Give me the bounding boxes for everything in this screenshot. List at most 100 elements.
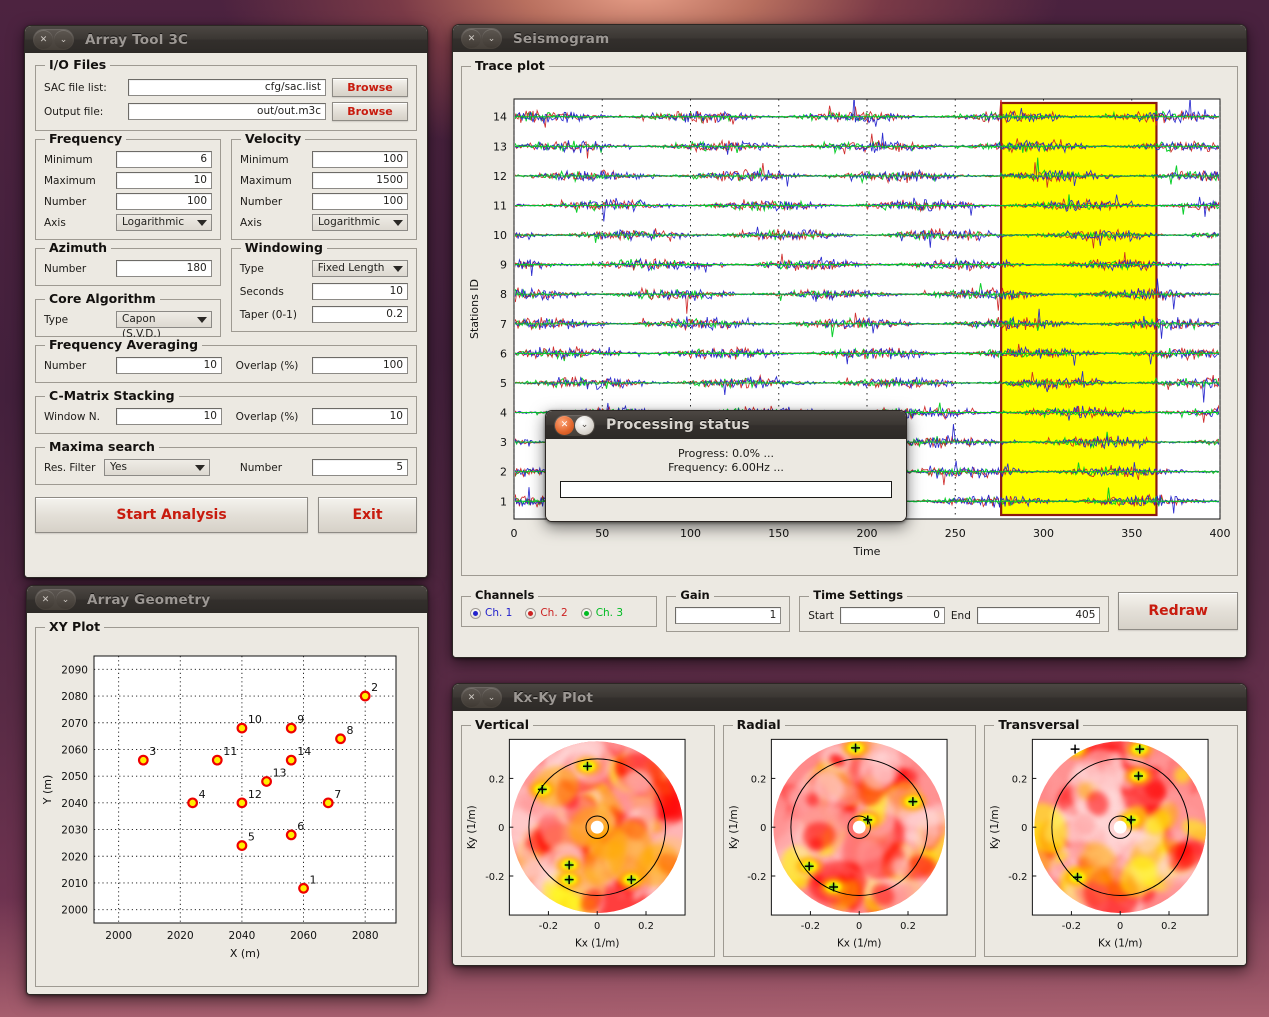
vel-number-input[interactable]: 100 bbox=[312, 193, 408, 210]
svg-text:3: 3 bbox=[500, 436, 507, 449]
chevron-down-icon[interactable]: ⌄ bbox=[56, 590, 75, 609]
svg-text:50: 50 bbox=[595, 527, 609, 540]
chevron-down-icon[interactable]: ⌄ bbox=[575, 415, 594, 435]
svg-text:2080: 2080 bbox=[352, 930, 379, 942]
svg-text:1: 1 bbox=[310, 873, 317, 886]
svg-text:0.2: 0.2 bbox=[900, 921, 916, 932]
group-title: Gain bbox=[676, 588, 714, 602]
svg-text:4: 4 bbox=[500, 407, 507, 420]
titlebar-seismogram[interactable]: ✕ ⌄ Seismogram bbox=[453, 25, 1246, 52]
browse-sac-button[interactable]: Browse bbox=[332, 78, 408, 97]
group-cmatrix-stacking: C-Matrix Stacking Window N. 10 Overlap (… bbox=[35, 388, 417, 434]
channel-radio-1[interactable]: Ch. 1 bbox=[470, 607, 512, 619]
svg-text:12: 12 bbox=[493, 170, 507, 183]
window-taper-input[interactable]: 0.2 bbox=[311, 306, 408, 323]
svg-text:8: 8 bbox=[347, 724, 354, 737]
maxima-filter-select[interactable]: Yes bbox=[104, 459, 210, 476]
freq-min-label: Minimum bbox=[44, 153, 93, 166]
window-array-geometry: ✕ ⌄ Array Geometry XY Plot 2000 2020 2040 2… bbox=[26, 585, 428, 995]
group-xy-plot: XY Plot 2000 2020 2040 2060 2080 2000 2010 2020… bbox=[35, 619, 419, 987]
group-title: Channels bbox=[471, 588, 539, 602]
svg-text:-0.2: -0.2 bbox=[1062, 921, 1081, 932]
channel-label: Ch. 3 bbox=[595, 607, 624, 619]
close-icon[interactable]: ✕ bbox=[36, 590, 55, 609]
close-icon[interactable]: ✕ bbox=[462, 688, 481, 707]
svg-text:2050: 2050 bbox=[61, 771, 88, 783]
group-title: Core Algorithm bbox=[45, 291, 160, 306]
svg-text:4: 4 bbox=[199, 788, 206, 801]
chevron-down-icon bbox=[393, 220, 403, 226]
core-type-value: Capon (S.V.D.) bbox=[122, 313, 161, 340]
titlebar-array-geometry[interactable]: ✕ ⌄ Array Geometry bbox=[27, 586, 427, 613]
kxky-body: Vertical -0.2 0 0.2 -0.2 0 0.2 Kx (1/m) Ky (1/m… bbox=[453, 711, 1246, 965]
freq-max-input[interactable]: 10 bbox=[116, 172, 212, 189]
freq-min-input[interactable]: 6 bbox=[116, 151, 212, 168]
svg-text:-0.2: -0.2 bbox=[747, 872, 766, 883]
close-icon[interactable]: ✕ bbox=[34, 30, 53, 49]
window-controls: ✕ ⌄ bbox=[35, 589, 76, 610]
window-controls: ✕ ⌄ bbox=[461, 687, 502, 708]
group-title: Maxima search bbox=[45, 439, 159, 454]
redraw-button[interactable]: Redraw bbox=[1118, 592, 1238, 630]
window-type-select[interactable]: Fixed Length bbox=[311, 260, 408, 277]
vel-max-input[interactable]: 1500 bbox=[312, 172, 408, 189]
progress-text: Progress: 0.0% ... bbox=[677, 447, 775, 460]
gain-input[interactable]: 1 bbox=[675, 607, 782, 624]
favg-number-input[interactable]: 10 bbox=[116, 357, 222, 374]
titlebar-kxky[interactable]: ✕ ⌄ Kx-Ky Plot bbox=[453, 684, 1246, 711]
svg-text:2060: 2060 bbox=[61, 744, 88, 756]
window-seconds-label: Seconds bbox=[239, 285, 284, 298]
window-controls: ✕ ⌄ bbox=[33, 29, 74, 50]
core-type-select[interactable]: Capon (S.V.D.) bbox=[116, 311, 212, 340]
chevron-down-icon[interactable]: ⌄ bbox=[482, 29, 501, 48]
svg-text:10: 10 bbox=[248, 713, 262, 726]
freq-number-input[interactable]: 100 bbox=[116, 193, 212, 210]
svg-text:0: 0 bbox=[511, 527, 518, 540]
group-io-files: I/O Files SAC file list: cfg/sac.list Br… bbox=[35, 57, 417, 131]
sac-file-input[interactable]: cfg/sac.list bbox=[128, 79, 326, 96]
chevron-down-icon[interactable]: ⌄ bbox=[54, 30, 73, 49]
svg-text:11: 11 bbox=[223, 745, 237, 758]
browse-output-button[interactable]: Browse bbox=[332, 102, 408, 121]
group-maxima-search: Maxima search Res. Filter Yes Number 5 bbox=[35, 439, 417, 485]
svg-text:Y (m): Y (m) bbox=[41, 775, 54, 806]
favg-number-label: Number bbox=[44, 359, 87, 372]
start-analysis-button[interactable]: Start Analysis bbox=[35, 497, 308, 533]
freq-axis-select[interactable]: Logarithmic bbox=[116, 214, 212, 231]
vel-min-input[interactable]: 100 bbox=[312, 151, 408, 168]
titlebar-processing-status[interactable]: ✕ ⌄ Processing status bbox=[546, 411, 906, 439]
svg-text:-0.2: -0.2 bbox=[1009, 872, 1028, 883]
svg-text:0: 0 bbox=[760, 823, 766, 834]
channel-radio-2[interactable]: Ch. 2 bbox=[525, 607, 568, 619]
svg-text:5: 5 bbox=[248, 831, 255, 844]
time-start-input[interactable]: 0 bbox=[839, 607, 945, 624]
svg-text:12: 12 bbox=[248, 788, 262, 801]
svg-text:Time: Time bbox=[853, 545, 881, 558]
vel-axis-select[interactable]: Logarithmic bbox=[312, 214, 408, 231]
kxky-transversal-chart: -0.2 0 0.2 -0.2 0 0.2 Kx (1/m) Ky (1/m) bbox=[989, 738, 1209, 950]
svg-text:11: 11 bbox=[493, 199, 507, 212]
titlebar-array-tool[interactable]: ✕ ⌄ Array Tool 3C bbox=[25, 26, 427, 53]
time-end-input[interactable]: 405 bbox=[976, 607, 1101, 624]
svg-text:150: 150 bbox=[768, 527, 789, 540]
svg-text:0.2: 0.2 bbox=[489, 774, 505, 785]
azimuth-number-input[interactable]: 180 bbox=[116, 260, 212, 277]
output-file-input[interactable]: out/out.m3c bbox=[128, 103, 326, 120]
close-icon[interactable]: ✕ bbox=[555, 415, 574, 435]
svg-text:2030: 2030 bbox=[61, 825, 88, 837]
kxky-radial-chart: -0.2 0 0.2 -0.2 0 0.2 Kx (1/m) Ky (1/m) bbox=[728, 738, 948, 950]
favg-overlap-input[interactable]: 100 bbox=[312, 357, 408, 374]
cmat-window-input[interactable]: 10 bbox=[116, 408, 222, 425]
svg-text:0.2: 0.2 bbox=[750, 774, 766, 785]
maxima-number-input[interactable]: 5 bbox=[312, 459, 408, 476]
cmat-overlap-input[interactable]: 10 bbox=[312, 408, 408, 425]
window-seconds-input[interactable]: 10 bbox=[311, 283, 408, 300]
svg-text:14: 14 bbox=[297, 745, 311, 758]
chevron-down-icon[interactable]: ⌄ bbox=[482, 688, 501, 707]
svg-text:7: 7 bbox=[500, 318, 507, 331]
svg-text:9: 9 bbox=[500, 259, 507, 272]
channel-radio-3[interactable]: Ch. 3 bbox=[580, 607, 624, 619]
close-icon[interactable]: ✕ bbox=[462, 29, 481, 48]
svg-text:Stations ID: Stations ID bbox=[468, 279, 481, 339]
exit-button[interactable]: Exit bbox=[318, 497, 417, 533]
